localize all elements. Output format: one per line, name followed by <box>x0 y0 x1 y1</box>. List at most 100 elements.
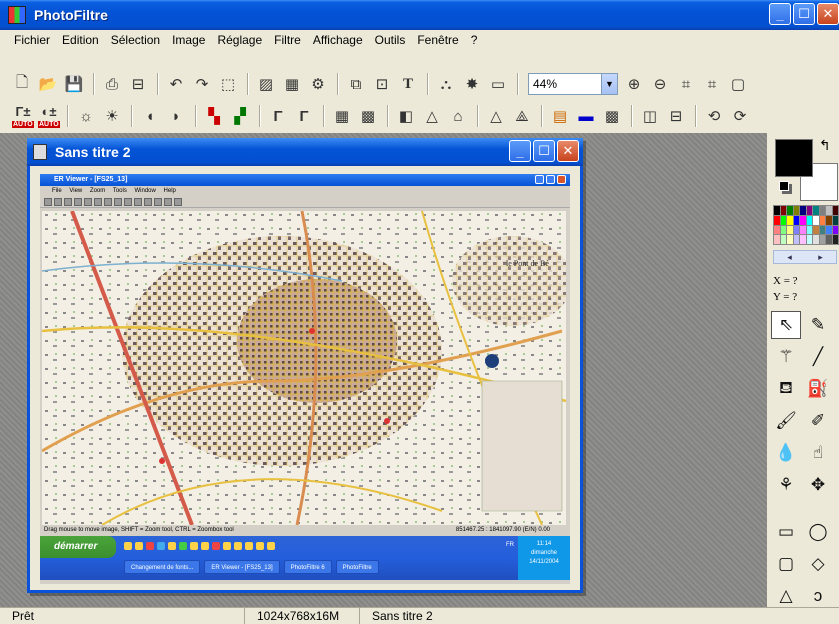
color-swatch[interactable] <box>806 215 812 225</box>
color-swatch[interactable] <box>832 215 838 225</box>
color-swatch[interactable] <box>774 225 780 235</box>
image-canvas[interactable]: ER Viewer - [FS25_13] File View Zoom Too… <box>40 174 570 584</box>
redo-icon[interactable]: ↷ <box>190 72 214 96</box>
menu-help[interactable]: ? <box>465 33 484 47</box>
color-swatch[interactable] <box>826 206 832 215</box>
image-close-button[interactable]: ✕ <box>557 140 579 162</box>
sharpen-more-icon[interactable]: ⟁ <box>510 104 534 128</box>
smudge-tool-icon[interactable]: ☝ <box>803 439 833 467</box>
color-swatch[interactable] <box>819 225 825 235</box>
mosaic-filter-icon[interactable]: ▩ <box>356 104 380 128</box>
color-swatch[interactable] <box>813 206 819 215</box>
menu-affichage[interactable]: Affichage <box>307 33 369 47</box>
color-swatch[interactable] <box>826 235 832 244</box>
fit-image-icon[interactable]: ⌗ <box>674 72 698 96</box>
brightness-plus-icon[interactable]: ☀ <box>100 104 124 128</box>
eyedropper-tool-icon[interactable]: ✎ <box>803 311 833 339</box>
zoom-in-icon[interactable]: ⊕ <box>622 72 646 96</box>
color-swatch[interactable] <box>774 235 780 244</box>
menu-fichier[interactable]: Fichier <box>8 33 56 47</box>
flip-horizontal-icon[interactable]: ◫ <box>638 104 662 128</box>
rotate-right-icon[interactable]: ⟳ <box>728 104 752 128</box>
color-swatch[interactable] <box>774 215 780 225</box>
zoom-dropdown[interactable]: 44% ▼ <box>528 73 618 95</box>
color-swatch[interactable] <box>800 225 806 235</box>
color-swatch[interactable] <box>806 235 812 244</box>
frame-icon[interactable]: ▬ <box>574 104 598 128</box>
fullscreen-icon[interactable]: ▢ <box>726 72 750 96</box>
plugin-icon[interactable]: ✸ <box>460 72 484 96</box>
color-swatch[interactable] <box>780 235 786 244</box>
menu-image[interactable]: Image <box>166 33 211 47</box>
color-swatch[interactable] <box>806 206 812 215</box>
menu-reglage[interactable]: Réglage <box>211 33 268 47</box>
image-window-title-bar[interactable]: Sans titre 2 _ ☐ ✕ <box>27 138 583 166</box>
fill-bucket-tool-icon[interactable]: ⛾ <box>771 375 801 403</box>
color-swatch[interactable] <box>813 215 819 225</box>
color-swatch[interactable] <box>793 225 799 235</box>
color-swatch[interactable] <box>832 235 838 244</box>
blur-tool-icon[interactable]: 💧 <box>771 439 801 467</box>
selection-tool-icon[interactable]: ⬚ <box>216 72 240 96</box>
menu-selection[interactable]: Sélection <box>105 33 166 47</box>
gamma-minus-icon[interactable]: Γ <box>266 104 290 128</box>
close-button[interactable]: ✕ <box>817 3 839 25</box>
gradient-icon[interactable]: ▨ <box>254 72 278 96</box>
chevron-down-icon[interactable]: ▼ <box>601 74 617 94</box>
pointer-tool-icon[interactable]: ⇖ <box>771 311 801 339</box>
blur-icon[interactable]: ◧ <box>394 104 418 128</box>
image-resize-icon[interactable]: ⧉ <box>344 72 368 96</box>
color-swatch[interactable] <box>832 225 838 235</box>
image-minimize-button[interactable]: _ <box>509 140 531 162</box>
color-swatch[interactable] <box>813 235 819 244</box>
new-file-icon[interactable]: 🗋 <box>10 72 34 96</box>
scan-icon[interactable]: ⊟ <box>126 72 150 96</box>
palette-prev-button[interactable]: ◂ <box>787 251 792 263</box>
color-swatch[interactable] <box>826 225 832 235</box>
color-swatch[interactable] <box>780 215 786 225</box>
automation-icon[interactable]: ⚙ <box>306 72 330 96</box>
color-swatches[interactable] <box>773 205 839 245</box>
line-tool-icon[interactable]: ╱ <box>803 343 833 371</box>
color-swatch[interactable] <box>832 206 838 215</box>
actual-size-icon[interactable]: ⌗ <box>700 72 724 96</box>
color-swatch[interactable] <box>819 235 825 244</box>
color-swatch[interactable] <box>800 235 806 244</box>
menu-filtre[interactable]: Filtre <box>268 33 307 47</box>
color-swatch[interactable] <box>826 215 832 225</box>
move-tool-icon[interactable]: ✥ <box>803 471 833 499</box>
foreground-color[interactable] <box>775 139 813 177</box>
saturation-plus-icon[interactable]: ▞ <box>228 104 252 128</box>
triangle-shape-icon[interactable]: △ <box>771 582 801 610</box>
ellipse-shape-icon[interactable]: ◯ <box>803 518 833 546</box>
undo-icon[interactable]: ↶ <box>164 72 188 96</box>
menu-outils[interactable]: Outils <box>369 33 412 47</box>
magic-wand-tool-icon[interactable]: ⚚ <box>771 343 801 371</box>
clone-stamp-tool-icon[interactable]: ⚘ <box>771 471 801 499</box>
color-swatch[interactable] <box>780 206 786 215</box>
image-window[interactable]: Sans titre 2 _ ☐ ✕ ER Viewer - [FS25_13]… <box>27 138 583 593</box>
zoom-out-icon[interactable]: ⊖ <box>648 72 672 96</box>
soften-icon[interactable]: △ <box>484 104 508 128</box>
diamond-shape-icon[interactable]: ◇ <box>803 550 833 578</box>
maximize-button[interactable]: ☐ <box>793 3 815 25</box>
explorer-icon[interactable]: ⛬ <box>434 72 458 96</box>
contrast-minus-icon[interactable]: ◖ <box>138 104 162 128</box>
color-swatch[interactable] <box>793 235 799 244</box>
color-swatch[interactable] <box>787 206 793 215</box>
color-swatch[interactable] <box>800 206 806 215</box>
texture-icon[interactable]: ▩ <box>600 104 624 128</box>
palette-next-button[interactable]: ▸ <box>818 251 823 263</box>
rectangle-shape-icon[interactable]: ▭ <box>771 518 801 546</box>
color-swatch[interactable] <box>813 225 819 235</box>
open-folder-icon[interactable]: 📂 <box>36 72 60 96</box>
color-swatch[interactable] <box>787 215 793 225</box>
reset-colors-icon[interactable] <box>779 181 789 191</box>
print-icon[interactable]: ⎙ <box>100 72 124 96</box>
rounded-rect-shape-icon[interactable]: ▢ <box>771 550 801 578</box>
drop-icon[interactable]: △ <box>420 104 444 128</box>
advanced-brush-tool-icon[interactable]: ✐ <box>803 407 833 435</box>
color-swatch[interactable] <box>806 225 812 235</box>
color-grid-icon[interactable]: ▦ <box>280 72 304 96</box>
color-swatch[interactable] <box>819 206 825 215</box>
